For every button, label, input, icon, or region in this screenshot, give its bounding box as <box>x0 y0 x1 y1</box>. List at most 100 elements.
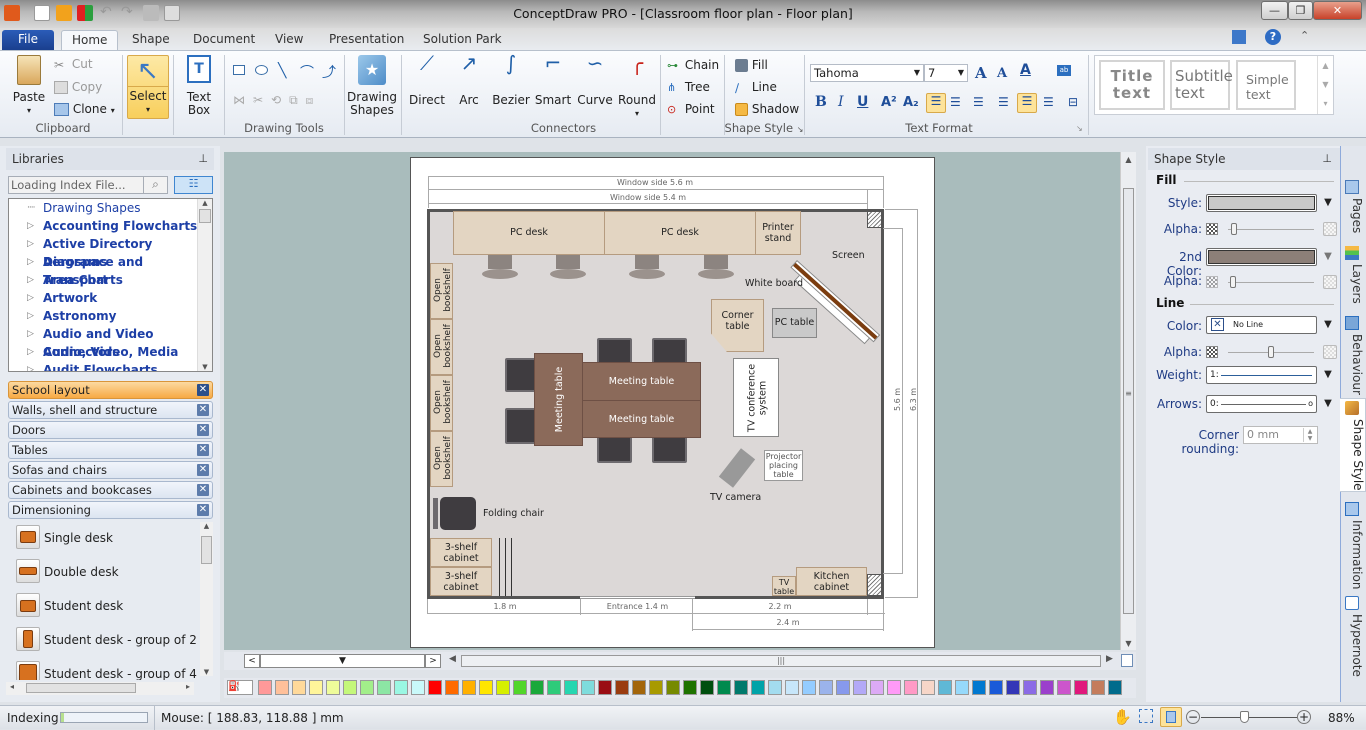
arrows-dropdown-icon[interactable]: ▼ <box>1321 395 1335 413</box>
side-tab-information[interactable]: Information <box>1342 500 1364 589</box>
align-left-icon[interactable]: ☰ <box>926 93 946 113</box>
tree-view-toggle[interactable]: ☷ <box>174 176 213 194</box>
cut-button[interactable]: ✂ Cut <box>54 57 93 72</box>
paste-button[interactable]: Paste ▾ <box>12 55 46 117</box>
bezier-tool-icon[interactable]: ⤴ <box>322 62 336 82</box>
corner-rounding-spinner[interactable]: ▲ ▼ <box>1303 428 1316 442</box>
color-swatch[interactable] <box>1091 680 1105 695</box>
open-bookshelf[interactable]: Open bookshelf <box>430 263 453 319</box>
superscript-icon[interactable]: A² <box>881 95 897 110</box>
close-library-icon[interactable]: ✕ <box>197 424 209 436</box>
tab-document[interactable]: Document <box>183 30 265 50</box>
color-swatch[interactable] <box>309 680 323 695</box>
line-color-dropdown-icon[interactable]: ▼ <box>1321 316 1335 334</box>
align-middle-icon[interactable]: ☰ <box>1017 93 1037 113</box>
canvas-hscroll-thumb[interactable]: ||| <box>461 655 1101 667</box>
color-swatch[interactable] <box>411 680 425 695</box>
color-swatch[interactable] <box>479 680 493 695</box>
canvas-vscrollbar[interactable]: ▲ ≡ ▼ <box>1120 152 1136 650</box>
color-swatch[interactable] <box>598 680 612 695</box>
grow-font-icon[interactable]: A <box>975 64 987 82</box>
color-swatch[interactable] <box>649 680 663 695</box>
fill-button[interactable]: Fill <box>735 58 768 72</box>
color-swatch[interactable] <box>1108 680 1122 695</box>
shrink-font-icon[interactable]: A <box>997 66 1007 81</box>
color-swatch[interactable] <box>904 680 918 695</box>
meeting-chair[interactable] <box>597 436 632 463</box>
library-tab-tables[interactable]: Tables ✕ <box>8 441 213 459</box>
connector-direct-button[interactable]: ⟋ Direct <box>406 53 448 107</box>
scroll-right-icon[interactable]: ▶ <box>1106 654 1113 664</box>
pc-desk[interactable]: PC desk <box>604 211 756 255</box>
tv-table[interactable]: TV table <box>772 576 796 596</box>
line-tool-icon[interactable]: ╲ <box>278 63 286 79</box>
color-swatch[interactable] <box>853 680 867 695</box>
close-library-icon[interactable]: ✕ <box>197 444 209 456</box>
close-library-icon[interactable]: ✕ <box>197 404 209 416</box>
library-tree-item[interactable]: Area Charts <box>9 271 212 289</box>
three-shelf-cabinet[interactable]: 3-shelf cabinet <box>430 538 492 567</box>
three-shelf-cabinet[interactable]: 3-shelf cabinet <box>430 567 492 596</box>
pin-icon[interactable]: ⊥ <box>1322 148 1332 170</box>
tab-file[interactable]: File <box>2 30 54 50</box>
style-subtitle-text[interactable]: Subtitle text <box>1170 60 1233 110</box>
italic-icon[interactable]: I <box>838 94 844 110</box>
connector-smart-button[interactable]: ⌐ Smart <box>533 53 573 107</box>
style-simple-text[interactable]: Simple text <box>1236 60 1296 110</box>
side-tab-hypernote[interactable]: Hypernote <box>1342 594 1364 677</box>
tab-shape[interactable]: Shape <box>122 30 180 50</box>
pc-table[interactable]: PC table <box>772 308 817 338</box>
close-library-icon[interactable]: ✕ <box>197 384 209 396</box>
pc-desk[interactable]: PC desk <box>453 211 605 255</box>
color-swatch[interactable] <box>1006 680 1020 695</box>
color-swatch[interactable] <box>666 680 680 695</box>
office-chair[interactable] <box>548 255 588 281</box>
library-tree-item[interactable]: Audio and Video Connectors <box>9 325 212 359</box>
color-swatch[interactable] <box>445 680 459 695</box>
gallery-scroll[interactable]: ▲ ▼ ▾ <box>1317 56 1333 114</box>
color-swatch[interactable] <box>1023 680 1037 695</box>
second-alpha-thumb[interactable] <box>1230 276 1236 288</box>
library-tree-item[interactable]: Audit Flowcharts <box>9 361 212 371</box>
color-swatch[interactable] <box>870 680 884 695</box>
second-color-dropdown-icon[interactable]: ▼ <box>1321 248 1335 266</box>
color-swatch[interactable] <box>360 680 374 695</box>
copy-button[interactable]: Copy <box>54 80 102 94</box>
library-tab-dimensioning[interactable]: Dimensioning ✕ <box>8 501 213 519</box>
highlight-icon[interactable]: ab <box>1057 65 1071 76</box>
second-color-select[interactable] <box>1206 248 1317 266</box>
color-swatch[interactable] <box>377 680 391 695</box>
minimize-button[interactable]: — <box>1261 1 1288 20</box>
text-box-button[interactable]: T Text Box <box>178 55 220 117</box>
library-tree-item[interactable]: Drawing Shapes <box>9 199 212 217</box>
fill-picker-icon[interactable]: ⛽ <box>227 680 253 695</box>
color-swatch[interactable] <box>802 680 816 695</box>
library-search-input[interactable]: Loading Index File... ⌕ <box>8 176 168 194</box>
align-top-icon[interactable]: ☰ <box>998 95 1009 109</box>
line-weight-dropdown-icon[interactable]: ▼ <box>1321 366 1335 384</box>
side-tab-shape-style[interactable]: Shape Style <box>1340 398 1366 492</box>
line-weight-select[interactable]: 1: <box>1206 366 1317 384</box>
text-fit-icon[interactable]: ⊟ <box>1068 95 1078 109</box>
close-library-icon[interactable]: ✕ <box>197 504 209 516</box>
meeting-chair[interactable] <box>505 358 537 392</box>
help-icon[interactable]: ? <box>1265 29 1281 45</box>
select-button[interactable]: ↖ Select ▾ <box>127 55 169 119</box>
fill-style-dropdown-icon[interactable]: ▼ <box>1321 194 1335 212</box>
open-bookshelf[interactable]: Open bookshelf <box>430 431 453 487</box>
text-format-launcher-icon[interactable]: ↘ <box>1076 124 1083 133</box>
align-right-icon[interactable]: ☰ <box>973 95 984 109</box>
chain-button[interactable]: ⊶ Chain <box>667 58 719 72</box>
font-family-select[interactable]: Tahoma ▼ <box>810 64 924 82</box>
folding-chair[interactable] <box>440 497 476 530</box>
rectangle-tool-icon[interactable] <box>233 65 245 75</box>
color-swatch[interactable] <box>581 680 595 695</box>
close-button[interactable]: ✕ <box>1313 1 1362 20</box>
clone-button[interactable]: Clone ▾ <box>54 102 115 116</box>
projector-placing-table[interactable]: Projector placing table <box>764 450 803 481</box>
underline-icon[interactable]: U <box>857 94 868 110</box>
color-swatch[interactable] <box>496 680 510 695</box>
color-swatch[interactable] <box>819 680 833 695</box>
color-swatch[interactable] <box>343 680 357 695</box>
color-swatch[interactable] <box>887 680 901 695</box>
